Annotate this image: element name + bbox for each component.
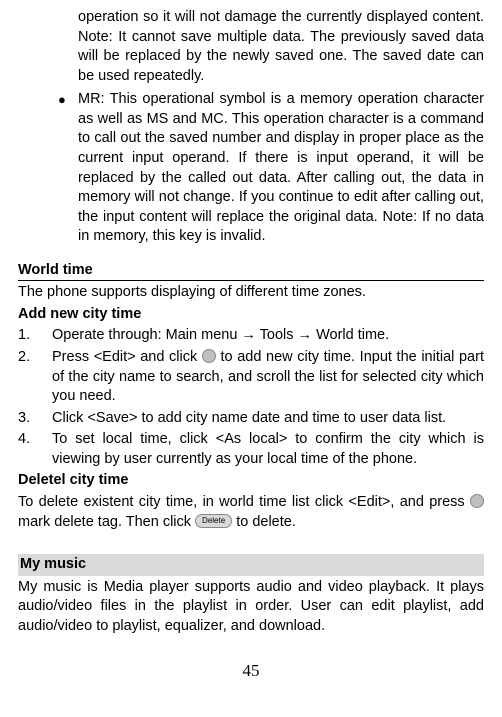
world-time-intro: The phone supports displaying of differe… — [18, 283, 484, 303]
delete-button-icon: Delete — [195, 514, 232, 528]
list-item: 4. To set local time, click <As local> t… — [18, 430, 484, 469]
continuation-paragraph: operation so it will not damage the curr… — [78, 8, 484, 86]
list-item: 1. Operate through: Main menu → Tools → … — [18, 326, 484, 346]
step-3-text: Click <Save> to add city name date and t… — [52, 409, 484, 429]
delete-text-b: mark delete tag. Then click — [18, 514, 195, 530]
add-city-icon — [202, 349, 216, 363]
list-item: 3. Click <Save> to add city name date an… — [18, 409, 484, 429]
my-music-heading-text: My music — [20, 556, 86, 572]
continuation-text: operation so it will not damage the curr… — [78, 9, 484, 84]
delete-city-paragraph: To delete existent city time, in world t… — [18, 493, 484, 532]
delete-text-a: To delete existent city time, in world t… — [18, 494, 470, 510]
bullet-dot-icon: ● — [18, 90, 78, 111]
delete-city-title: Deletel city time — [18, 471, 484, 491]
step-number: 3. — [18, 409, 52, 429]
step-1-text: Operate through: Main menu → Tools → Wor… — [52, 326, 484, 346]
step-number: 1. — [18, 326, 52, 346]
section-heading-world-time: World time — [18, 261, 484, 282]
my-music-paragraph: My music is Media player supports audio … — [18, 578, 484, 637]
bullet-mr-text: MR: This operational symbol is a memory … — [78, 90, 484, 247]
step-2-text-a: Press <Edit> and click — [52, 349, 202, 365]
step-number: 2. — [18, 348, 52, 407]
page-number: 45 — [18, 660, 484, 683]
delete-mark-icon — [470, 494, 484, 508]
step-4-text: To set local time, click <As local> to c… — [52, 430, 484, 469]
step-number: 4. — [18, 430, 52, 469]
list-item: 2. Press <Edit> and click to add new cit… — [18, 348, 484, 407]
bullet-item-mr: ● MR: This operational symbol is a memor… — [18, 90, 484, 247]
add-city-steps: 1. Operate through: Main menu → Tools → … — [18, 326, 484, 469]
step-2-text: Press <Edit> and click to add new city t… — [52, 348, 484, 407]
world-time-heading-text: World time — [18, 262, 93, 278]
section-heading-my-music: My music — [18, 554, 484, 576]
delete-text-c: to delete. — [232, 514, 296, 530]
add-new-city-title: Add new city time — [18, 305, 484, 325]
